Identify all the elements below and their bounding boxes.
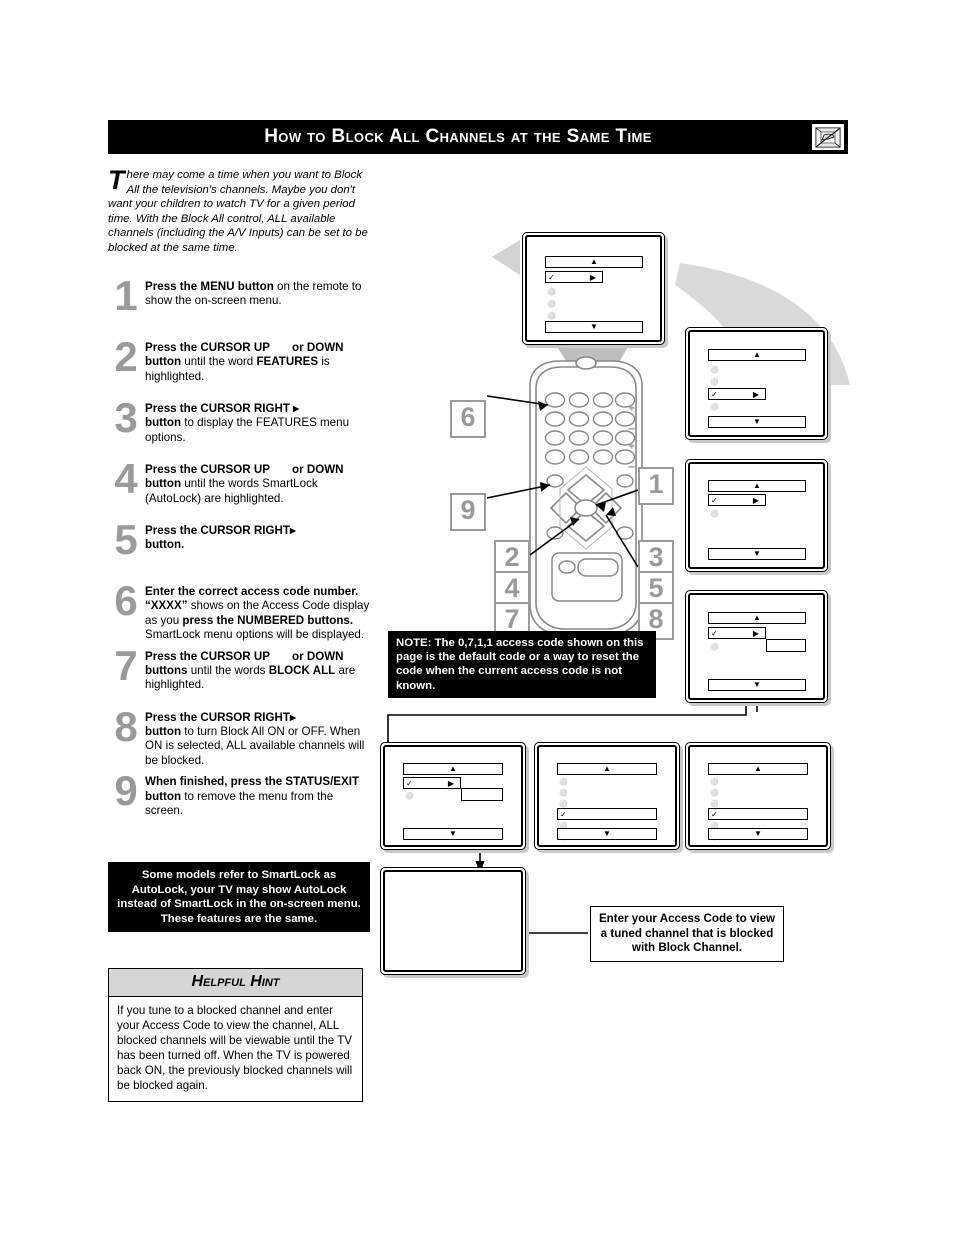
callout-9-label: 9 — [460, 495, 476, 525]
intro-dropcap: T — [108, 165, 125, 195]
step-1: 1 Press the MENU button on the remote to … — [108, 274, 370, 334]
step-3: 3 Press the CURSOR RIGHT ▸ button to displ… — [108, 396, 370, 456]
manual-page: How to Block All Channels at the Same Ti… — [0, 0, 954, 1235]
step-4: 4 Press the CURSOR UP or DOWNbutton until … — [108, 457, 370, 517]
callout-7-label: 7 — [504, 604, 520, 634]
step-text-3: Press the CURSOR RIGHT ▸ button to displa… — [145, 402, 350, 444]
intro-text: here may come a time when you want to Bl… — [108, 169, 368, 254]
step-number-2: 2 — [114, 333, 138, 380]
step-text-4: Press the CURSOR UP or DOWNbutton until t… — [145, 463, 344, 505]
callout-3-label: 3 — [648, 542, 664, 572]
step-5: 5 Press the CURSOR RIGHT▸ button. — [108, 518, 370, 578]
steps-list: 1 Press the MENU button on the remote to … — [108, 274, 370, 836]
step-7: 7 Press the CURSOR UP or DOWNbuttons until… — [108, 643, 370, 704]
helpful-hint-body: If you tune to a blocked channel and ent… — [117, 1004, 353, 1092]
step-number-4: 4 — [114, 455, 138, 502]
step-text-6: Enter the correct access code number. “X… — [145, 585, 370, 642]
callout-9: 9 — [450, 493, 486, 531]
callout-1: 1 — [638, 467, 674, 505]
step-8: 8 Press the CURSOR RIGHT▸ button to turn B… — [108, 704, 370, 769]
smartlock-autolock-note: Some models refer to SmartLock as AutoLo… — [108, 862, 370, 933]
step-6: 6 Enter the correct access code number. “… — [108, 579, 370, 643]
step-number-3: 3 — [114, 394, 138, 441]
step-number-7: 7 — [114, 641, 138, 689]
svg-text:+: + — [629, 403, 634, 413]
callout-6: 6 — [450, 400, 486, 438]
intro-paragraph: There may come a time when you want to B… — [108, 165, 370, 256]
step-2: 2 Press the CURSOR UP or DOWNbutton until … — [108, 335, 370, 395]
step-number-6: 6 — [114, 577, 138, 624]
step-text-7: Press the CURSOR UP or DOWNbuttons until … — [145, 649, 356, 692]
svg-text:+: + — [629, 441, 634, 451]
svg-text:–: – — [629, 461, 634, 471]
callout-1-label: 1 — [648, 469, 664, 499]
step-number-1: 1 — [114, 272, 138, 319]
step-text-9: When finished, press the STATUS/EXIT but… — [145, 775, 360, 818]
callout-8-label: 8 — [648, 604, 664, 634]
step-number-8: 8 — [114, 702, 138, 750]
diagram-area: ▲ ✓ ▶ ⚪ ⚪ ⚪ ▼ ▲ ⚪ ⚪ ✓ ▶ ⚪ ▼ ▲ ✓ ▶ ⚪ ▼ ▲ … — [380, 215, 850, 995]
remote-control-illustration: + – + – — [486, 356, 643, 636]
callout-6-label: 6 — [460, 402, 476, 432]
step-9: 9 When finished, press the STATUS/EXIT bu… — [108, 769, 370, 829]
step-number-5: 5 — [114, 516, 138, 563]
step-text-8: Press the CURSOR RIGHT▸ button to turn Bl… — [145, 710, 365, 767]
callout-4-label: 4 — [504, 573, 520, 603]
tv-hand-icon — [810, 122, 846, 152]
access-code-callout-box: Enter your Access Code to view a tuned c… — [590, 906, 784, 962]
step-text-2: Press the CURSOR UP or DOWNbutton until t… — [145, 341, 344, 383]
step-text-5: Press the CURSOR RIGHT▸ button. — [145, 524, 296, 552]
access-code-note-box: NOTE: The 0,7,1,1 access code shown on t… — [388, 631, 656, 698]
step-text-1: Press the MENU button on the remote to s… — [145, 280, 362, 308]
helpful-hint-box: Helpful Hint If you tune to a blocked ch… — [108, 968, 363, 1102]
page-header-bar: How to Block All Channels at the Same Ti… — [108, 120, 848, 154]
svg-text:–: – — [629, 423, 634, 433]
callout-5-label: 5 — [648, 573, 664, 603]
callout-2-label: 2 — [504, 542, 520, 572]
page-title: How to Block All Channels at the Same Ti… — [264, 126, 652, 147]
step-number-9: 9 — [114, 767, 138, 815]
helpful-hint-heading: Helpful Hint — [109, 969, 362, 997]
